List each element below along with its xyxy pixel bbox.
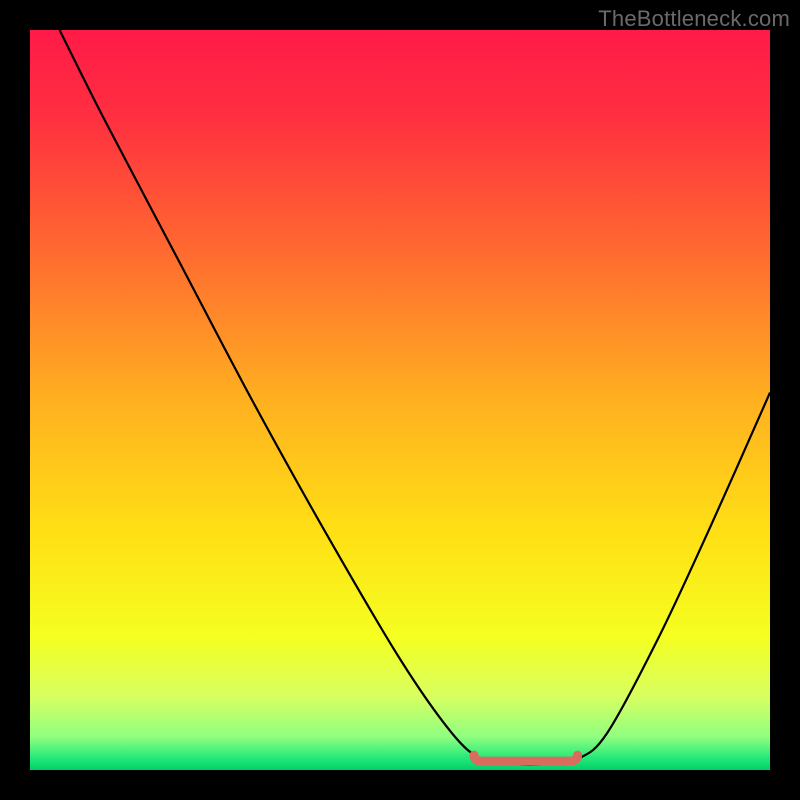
chart-frame: TheBottleneck.com <box>0 0 800 800</box>
bottleneck-chart <box>0 0 800 800</box>
watermark-text: TheBottleneck.com <box>598 6 790 32</box>
